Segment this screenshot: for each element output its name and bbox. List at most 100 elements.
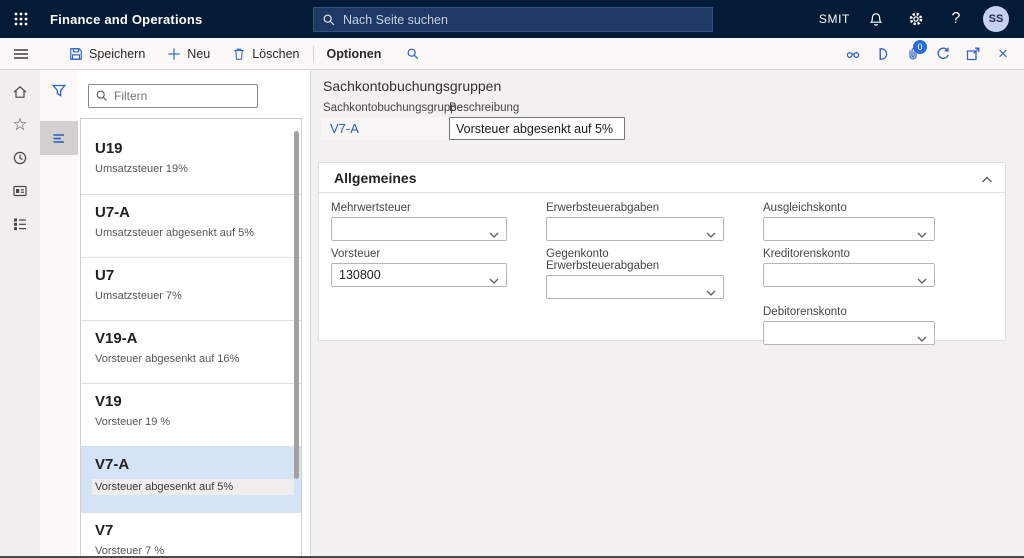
waffle-icon [13,11,29,27]
record-list-panel: U19 Umsatzsteuer 19% U7-A Umsatzsteuer a… [80,118,302,558]
vorsteuer-combobox[interactable]: 130800 [331,263,507,287]
company-picker[interactable]: SMIT [813,0,856,38]
description-field-label: Beschreibung [449,102,520,114]
section-card-allgemeines: Allgemeines Mehrwertsteuer Erwerbsteuera… [318,162,1006,345]
action-pane: Speichern Neu Löschen Optionen 0 × [0,38,1024,70]
glasses-icon [845,46,861,62]
app-title: Finance and Operations [50,11,203,27]
sidebar-item-favorites[interactable]: ☆ [0,108,40,141]
erwerbsteuerabgaben-combobox[interactable] [546,217,724,241]
combobox-value: 130800 [339,268,381,282]
field-label: Vorsteuer [331,248,381,260]
sidebar-item-recent[interactable] [0,141,40,174]
field-vorsteuer: Vorsteuer 130800 [331,248,507,299]
book-icon [875,46,891,62]
debitorenskonto-combobox[interactable] [763,321,935,345]
save-button[interactable]: Speichern [58,38,156,70]
chevron-down-icon [917,227,927,241]
quick-filter-input[interactable] [114,89,251,103]
field-label: Erwerbsteuerabgaben [546,202,660,214]
page-search-box[interactable] [313,7,713,32]
save-button-label: Speichern [89,46,146,61]
field-label: Debitorenskonto [763,306,847,318]
search-icon [322,13,336,27]
action-pane-right: 0 × [838,38,1024,70]
close-icon: × [998,44,1008,63]
list-item[interactable]: V19 Vorsteuer 19 % [81,383,301,446]
section-fields: Mehrwertsteuer Erwerbsteuerabgaben Ausgl… [319,193,1005,352]
list-item-subtitle: Umsatzsteuer 19% [95,163,188,175]
clock-icon [12,150,28,166]
save-icon [69,47,83,61]
description-input[interactable] [449,117,625,140]
gear-icon [908,11,924,27]
section-header[interactable]: Allgemeines [319,163,1005,193]
field-label: Kreditorenskonto [763,248,850,260]
page-search-input[interactable] [343,12,704,27]
delete-button-label: Löschen [252,46,300,61]
notifications-button[interactable] [856,0,896,38]
toolbar-divider [312,45,314,62]
field-label: Gegenkonto Erwerbsteuerabgaben [546,248,660,272]
list-item[interactable]: U7-A Umsatzsteuer abgesenkt auf 5% [81,194,301,257]
list-item[interactable]: U19 Umsatzsteuer 19% [81,131,301,194]
collapse-section-button[interactable] [981,171,993,189]
sidebar-item-workspaces[interactable] [0,174,40,207]
search-icon [95,89,109,103]
section-title: Allgemeines [334,169,417,186]
command-search-button[interactable] [392,47,434,61]
personalize-button[interactable] [838,38,868,70]
main-content: Sachkontobuchungsgruppen Sachkontobuchun… [310,70,1024,556]
options-menu-label: Optionen [326,46,382,61]
gegenkonto-erwerbsteuerabgaben-combobox[interactable] [546,275,724,299]
star-icon: ☆ [12,115,28,134]
new-button[interactable]: Neu [156,38,221,70]
list-item-title: V7 [95,522,114,539]
plus-icon [167,47,181,61]
attachments-button[interactable]: 0 [898,38,928,70]
book-button[interactable] [868,38,898,70]
quick-filter[interactable] [88,84,258,108]
home-icon [12,84,28,100]
filter-rail [40,70,78,556]
tab-list-view[interactable] [40,121,78,155]
list-item[interactable]: V19-A Vorsteuer abgesenkt auf 16% [81,320,301,383]
list-item[interactable]: U7 Umsatzsteuer 7% [81,257,301,320]
list-item-title: U19 [95,140,123,157]
app-window: Finance and Operations SMIT [0,0,1024,558]
field-erwerbsteuerabgaben: Erwerbsteuerabgaben [546,202,724,241]
help-button[interactable]: ? [936,0,976,38]
list-item-subtitle: Umsatzsteuer 7% [95,290,182,302]
options-menu[interactable]: Optionen [316,38,393,70]
refresh-button[interactable] [928,38,958,70]
app-launcher-button[interactable] [0,0,42,38]
tab-filter[interactable] [40,74,78,107]
page-title: Sachkontobuchungsgruppen [323,78,502,94]
sidebar-item-home[interactable] [0,75,40,108]
kreditorenskonto-combobox[interactable] [763,263,935,287]
list-item-subtitle: Vorsteuer abgesenkt auf 16% [95,353,240,365]
ausgleichskonto-combobox[interactable] [763,217,935,241]
search-icon [406,47,420,61]
close-button[interactable]: × [988,38,1018,70]
chevron-down-icon [917,331,927,345]
list-scrollbar[interactable] [294,131,299,479]
list-item-title: V7-A [95,456,130,473]
account-button[interactable]: SS [976,0,1016,38]
sidebar-item-modules[interactable] [0,207,40,240]
avatar: SS [983,6,1009,32]
topbar: Finance and Operations SMIT [0,0,1024,38]
trash-icon [232,47,246,61]
group-field-value[interactable]: V7-A [321,117,449,140]
chevron-up-icon [981,171,993,188]
delete-button[interactable]: Löschen [221,38,310,70]
settings-button[interactable] [896,0,936,38]
mehrwertsteuer-combobox[interactable] [331,217,507,241]
list-item[interactable]: V7 Vorsteuer 7 % [81,512,301,558]
workspace-card-icon [12,183,28,199]
nav-toggle-button[interactable] [0,38,42,70]
open-in-new-window-button[interactable] [958,38,988,70]
field-mehrwertsteuer: Mehrwertsteuer [331,202,507,241]
modules-icon [12,216,28,232]
list-item-selected[interactable]: V7-A Vorsteuer abgesenkt auf 5% [81,446,301,512]
